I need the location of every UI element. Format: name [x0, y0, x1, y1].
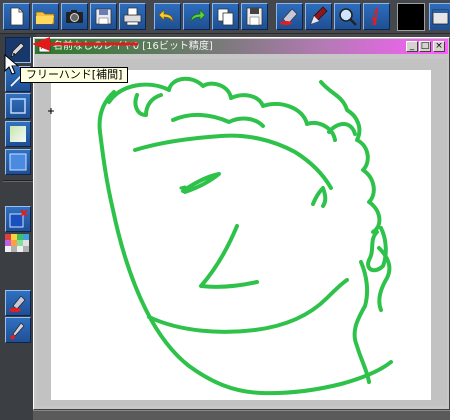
ear-stroke — [366, 226, 388, 273]
minimize-button[interactable]: _ — [406, 41, 418, 52]
chin-right-stroke — [352, 260, 371, 384]
gradient-fill-icon — [10, 126, 26, 142]
filled-rectangle-icon — [9, 153, 27, 171]
redo-icon — [190, 9, 206, 23]
tool-palette — [0, 34, 36, 420]
maximize-button[interactable]: □ — [419, 41, 431, 52]
status-strip — [33, 410, 450, 420]
hair-left-stroke — [133, 93, 163, 117]
brush-stamp-icon — [9, 295, 26, 313]
crosshair-cursor-icon — [48, 108, 54, 114]
hair-right-stroke — [319, 80, 382, 234]
rectangle-tool-button[interactable] — [5, 93, 31, 119]
undo-button[interactable] — [154, 3, 181, 30]
text-tool-icon — [370, 8, 378, 25]
save-disk-icon — [95, 8, 112, 25]
close-button[interactable]: × — [433, 41, 445, 52]
save-button[interactable] — [90, 3, 117, 30]
green-face-doodle — [97, 76, 393, 396]
text-tool-button[interactable] — [363, 3, 390, 30]
new-document-icon — [10, 7, 24, 26]
camera-icon — [66, 10, 83, 23]
hair-top-stroke — [107, 76, 337, 142]
new-document-button[interactable] — [3, 3, 30, 30]
mouse-pointer-icon — [4, 54, 20, 75]
annotation-arrow — [32, 37, 138, 51]
main-toolbar — [0, 0, 450, 34]
filled-rectangle-tool-button[interactable] — [5, 149, 31, 175]
current-color-swatch[interactable] — [397, 3, 425, 31]
rectangle-tool-icon — [10, 98, 26, 114]
left-eye-stroke — [181, 172, 221, 194]
new-layer-icon — [9, 209, 28, 228]
color-palette-button[interactable] — [5, 234, 31, 260]
print-button[interactable] — [119, 3, 146, 30]
copy-layer-icon — [217, 8, 234, 26]
new-layer-tool-button[interactable] — [5, 206, 31, 232]
left-eye-dot-stroke — [179, 185, 187, 190]
cheek-stroke — [133, 133, 333, 190]
right-eye-stroke — [311, 186, 328, 208]
undo-icon — [158, 9, 174, 23]
eraser-icon — [280, 8, 298, 25]
brush-stamp-button[interactable] — [5, 290, 31, 316]
layer-window: 名前なしのレイヤ0 [16ビット精度] _ □ × — [33, 37, 450, 410]
brush-tool-icon — [10, 322, 25, 340]
magnifier-icon — [339, 8, 357, 26]
pen-icon — [310, 6, 328, 25]
open-file-button[interactable] — [32, 3, 59, 30]
drawing-canvas[interactable] — [51, 70, 431, 400]
save-layer-button[interactable] — [241, 3, 268, 30]
open-folder-icon — [35, 11, 55, 25]
tool-separator — [3, 180, 33, 182]
redo-button[interactable] — [183, 3, 210, 30]
hair-inner-stroke — [171, 113, 265, 128]
color-palette-icon — [5, 234, 29, 252]
layer-window-button[interactable] — [429, 3, 450, 30]
save-layer-icon — [246, 7, 263, 26]
gradient-tool-button[interactable] — [5, 121, 31, 147]
brush-tool-button[interactable] — [5, 317, 31, 343]
mouth-stroke — [147, 278, 349, 334]
printer-icon — [123, 7, 142, 26]
tool-tooltip: フリーハンド[補間] — [20, 67, 129, 83]
window-icon — [432, 9, 449, 25]
canvas-area — [37, 59, 447, 406]
eraser-button[interactable] — [276, 3, 303, 30]
capture-button[interactable] — [61, 3, 88, 30]
zoom-button[interactable] — [334, 3, 361, 30]
nose-stroke — [199, 224, 259, 289]
pen-button[interactable] — [305, 3, 332, 30]
ear-inner-stroke — [377, 246, 392, 312]
copy-layer-button[interactable] — [212, 3, 239, 30]
